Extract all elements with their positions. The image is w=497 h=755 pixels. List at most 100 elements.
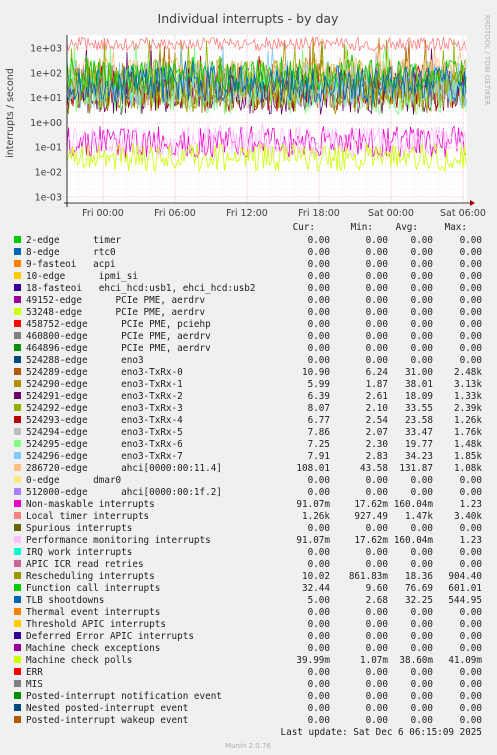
legend: 2-edge timer 0.00 0.00 0.00 0.008-edge rtc0 0… bbox=[14, 235, 482, 726]
legend-header: Cur: Min: Avg: Max: bbox=[293, 222, 467, 233]
legend-value: 0.00 bbox=[411, 667, 433, 678]
legend-swatch bbox=[14, 428, 21, 435]
legend-value: 0.00 bbox=[308, 331, 330, 342]
legend-value: 0.00 bbox=[308, 619, 330, 630]
legend-value: 0.00 bbox=[411, 679, 433, 690]
legend-value: 0.00 bbox=[308, 679, 330, 690]
legend-value: 0.00 bbox=[460, 271, 482, 282]
y-tick-label: 1e+03 bbox=[30, 44, 62, 55]
legend-value: 0.00 bbox=[411, 643, 433, 654]
x-axis-arrow bbox=[470, 200, 475, 206]
legend-value: 0.00 bbox=[308, 295, 330, 306]
legend-value: 0.00 bbox=[308, 343, 330, 354]
legend-value: 10.02 bbox=[302, 571, 330, 582]
legend-value: 5.00 bbox=[308, 595, 330, 606]
legend-value: 33.55 bbox=[405, 403, 433, 414]
legend-series-name: 524291-edge eno3-TxRx-2 bbox=[26, 391, 183, 402]
y-tick-label: 1e-02 bbox=[35, 168, 62, 179]
legend-value: 8.07 bbox=[308, 403, 330, 414]
legend-value: 0.00 bbox=[460, 343, 482, 354]
legend-value: 0.00 bbox=[460, 643, 482, 654]
legend-swatch bbox=[14, 560, 21, 567]
legend-value: 544.95 bbox=[448, 595, 482, 606]
legend-value: 0.00 bbox=[366, 715, 388, 726]
legend-series-name: 464896-edge PCIe PME, aerdrv bbox=[26, 343, 211, 354]
legend-value: 0.00 bbox=[411, 619, 433, 630]
legend-series-name: 524292-edge eno3-TxRx-3 bbox=[26, 403, 183, 414]
legend-series-name: 458752-edge PCIe PME, pciehp bbox=[26, 319, 211, 330]
legend-value: 0.00 bbox=[366, 487, 388, 498]
legend-value: 1.26k bbox=[454, 415, 482, 426]
x-tick-label: Fri 00:00 bbox=[82, 208, 124, 219]
legend-value: 0.00 bbox=[366, 475, 388, 486]
legend-swatch bbox=[14, 644, 21, 651]
legend-swatch bbox=[14, 308, 21, 315]
legend-value: 0.00 bbox=[308, 703, 330, 714]
legend-swatch bbox=[14, 476, 21, 483]
legend-swatch bbox=[14, 548, 21, 555]
legend-value: 0.00 bbox=[366, 679, 388, 690]
legend-value: 0.00 bbox=[308, 631, 330, 642]
legend-series-name: Machine check polls bbox=[26, 655, 132, 666]
legend-value: 1.76k bbox=[454, 427, 482, 438]
legend-value: 23.58 bbox=[405, 415, 433, 426]
legend-value: 0.00 bbox=[308, 643, 330, 654]
legend-swatch bbox=[14, 392, 21, 399]
x-tick-label: Fri 06:00 bbox=[154, 208, 196, 219]
legend-value: 0.00 bbox=[308, 667, 330, 678]
rrdtool-credit: RRDTOOL / TOBI OETIKER bbox=[483, 15, 491, 105]
legend-swatch bbox=[14, 692, 21, 699]
munin-version: Munin 2.0.76 bbox=[225, 742, 271, 750]
legend-series-name: 524289-edge eno3-TxRx-0 bbox=[26, 367, 183, 378]
legend-column-header: Min: bbox=[351, 222, 373, 233]
legend-series-name: 49152-edge PCIe PME, aerdrv bbox=[26, 295, 206, 306]
legend-series-name: 18-fasteoi ehci_hcd:usb1, ehci_hcd:usb2 bbox=[26, 283, 256, 294]
legend-series-name: 8-edge rtc0 bbox=[26, 247, 116, 258]
legend-value: 0.00 bbox=[366, 667, 388, 678]
legend-value: 32.44 bbox=[302, 583, 330, 594]
legend-value: 0.00 bbox=[366, 271, 388, 282]
legend-value: 904.40 bbox=[448, 571, 482, 582]
legend-series-name: 524288-edge eno3 bbox=[26, 355, 144, 366]
legend-series-name: 524296-edge eno3-TxRx-7 bbox=[26, 451, 183, 462]
legend-value: 0.00 bbox=[460, 547, 482, 558]
legend-value: 0.00 bbox=[308, 283, 330, 294]
x-tick-label: Fri 12:00 bbox=[226, 208, 268, 219]
legend-value: 0.00 bbox=[366, 319, 388, 330]
legend-value: 0.00 bbox=[366, 631, 388, 642]
legend-value: 7.91 bbox=[308, 451, 330, 462]
legend-series-name: Deferred Error APIC interrupts bbox=[26, 631, 194, 642]
legend-swatch bbox=[14, 596, 21, 603]
legend-value: 0.00 bbox=[411, 475, 433, 486]
legend-value: 0.00 bbox=[411, 283, 433, 294]
legend-value: 2.39k bbox=[454, 403, 482, 414]
legend-swatch bbox=[14, 668, 21, 675]
legend-swatch bbox=[14, 716, 21, 723]
legend-series-name: TLB shootdowns bbox=[26, 595, 104, 606]
legend-value: 1.33k bbox=[454, 391, 482, 402]
legend-value: 91.07m bbox=[296, 499, 330, 510]
legend-series-name: 524295-edge eno3-TxRx-6 bbox=[26, 439, 183, 450]
chart-title: Individual interrupts - by day bbox=[158, 11, 340, 26]
legend-column-header: Avg: bbox=[396, 222, 418, 233]
legend-value: 0.00 bbox=[308, 259, 330, 270]
legend-series-name: Machine check exceptions bbox=[26, 643, 160, 654]
legend-value: 34.23 bbox=[405, 451, 433, 462]
legend-value: 0.00 bbox=[460, 247, 482, 258]
legend-value: 0.00 bbox=[411, 631, 433, 642]
legend-value: 0.00 bbox=[366, 235, 388, 246]
legend-value: 0.00 bbox=[366, 559, 388, 570]
legend-value: 0.00 bbox=[460, 487, 482, 498]
legend-value: 0.00 bbox=[308, 691, 330, 702]
legend-swatch bbox=[14, 656, 21, 663]
legend-value: 33.47 bbox=[405, 427, 433, 438]
y-tick-label: 1e+00 bbox=[30, 118, 62, 129]
y-tick-label: 1e-01 bbox=[35, 143, 62, 154]
legend-value: 0.00 bbox=[460, 607, 482, 618]
legend-value: 0.00 bbox=[460, 259, 482, 270]
legend-value: 0.00 bbox=[460, 523, 482, 534]
legend-value: 0.00 bbox=[366, 283, 388, 294]
legend-series-name: 2-edge timer bbox=[26, 235, 122, 246]
legend-value: 18.09 bbox=[405, 391, 433, 402]
legend-swatch bbox=[14, 464, 21, 471]
